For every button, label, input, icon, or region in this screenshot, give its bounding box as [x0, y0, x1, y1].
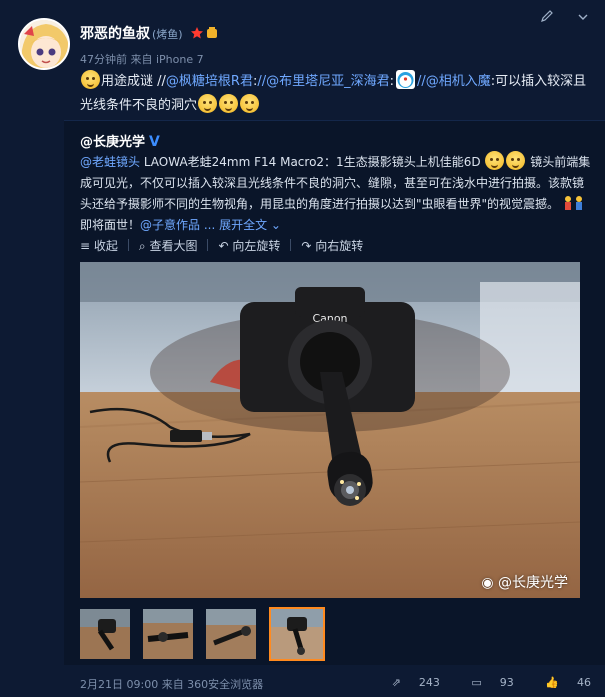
figure-emoji-icon: [563, 195, 589, 211]
watermark-text: @长庚光学: [498, 575, 568, 591]
main-photo[interactable]: Canon ◉ @长庚光学: [80, 262, 580, 598]
like-button[interactable]: 👍 46: [531, 676, 591, 689]
thumbnail-strip: [80, 607, 333, 661]
emoji-icon: [485, 151, 505, 170]
repost-author[interactable]: @长庚光学: [80, 135, 145, 150]
post-text-part: :: [389, 74, 394, 89]
rotate-right-label: 向右旋转: [315, 239, 364, 253]
thumbnail[interactable]: [206, 609, 257, 659]
rotate-left-button[interactable]: ↶ 向左旋转: [218, 237, 280, 254]
doraemon-emoji-icon: [396, 70, 415, 89]
photo-watermark: ◉ @长庚光学: [481, 572, 568, 592]
user-remark: (烤鱼): [152, 28, 183, 41]
repost-author-row: @长庚光学 V: [80, 131, 160, 150]
like-count: 46: [577, 676, 591, 689]
thumbnail[interactable]: [143, 609, 194, 659]
user-name[interactable]: 邪恶的鱼叔: [80, 26, 150, 42]
collapse-icon: ≡: [80, 239, 94, 253]
expand-link[interactable]: ... 展开全文 ⌄: [200, 218, 281, 232]
repost-icon: ⇗: [391, 676, 401, 689]
post-text: 用途成谜 //@枫糖培根R君://@布里塔尼亚_深海君://@相机入魔:可以插入…: [80, 70, 590, 118]
repost-text-part: LAOWA老蛙24mm F14 Macro2：1生态摄影镜头上机佳能6D: [140, 155, 481, 169]
emoji-icon: [240, 94, 260, 113]
verified-icon: V: [149, 134, 160, 150]
mention-link[interactable]: @老蛙镜头: [80, 155, 140, 169]
rotate-left-icon: ↶: [218, 239, 233, 253]
user-name-row: 邪恶的鱼叔 (烤鱼): [80, 23, 219, 44]
thumbnail[interactable]: [80, 609, 130, 659]
image-actions: ≡ 收起 ⌕ 查看大图 ↶ 向左旋转 ↷ 向右旋转: [80, 237, 373, 254]
star-badge-icon[interactable]: [191, 26, 219, 40]
repost-text-part: 即将面世！: [80, 218, 141, 232]
view-large-label: 查看大图: [149, 239, 198, 253]
rotate-left-label: 向左旋转: [232, 239, 281, 253]
post-stats: ⇗ 243 ▭ 93 👍 46: [364, 676, 591, 689]
emoji-icon: [81, 70, 100, 89]
mention-link[interactable]: @枫糖培根R君: [166, 74, 253, 89]
rotate-right-button[interactable]: ↷ 向右旋转: [301, 237, 363, 254]
mention-link[interactable]: //@布里塔尼亚_深海君: [257, 74, 389, 89]
comment-icon: ▭: [471, 676, 482, 689]
repost-text: @老蛙镜头 LAOWA老蛙24mm F14 Macro2：1生态摄影镜头上机佳能…: [80, 151, 592, 236]
emoji-icon: [198, 94, 218, 113]
collapse-button[interactable]: ≡ 收起: [80, 237, 118, 254]
divider: [127, 239, 129, 251]
post-meta: 47分钟前 来自 iPhone 7: [80, 53, 204, 66]
weibo-card: 邪恶的鱼叔 (烤鱼) 47分钟前 来自 iPhone 7 用途成谜 //@枫糖培根…: [0, 0, 605, 697]
comment-count: 93: [499, 676, 514, 689]
mention-link[interactable]: //@相机入魔: [417, 74, 491, 89]
repost-panel: @长庚光学 V @老蛙镜头 LAOWA老蛙24mm F14 Macro2：1生态摄…: [64, 120, 605, 665]
view-large-button[interactable]: ⌕ 查看大图: [139, 237, 198, 254]
thumbs-up-icon: 👍: [545, 676, 559, 689]
avatar[interactable]: [18, 18, 70, 70]
post-footer-time: 2月21日 09:00 来自 360安全浏览器: [80, 678, 264, 691]
divider: [207, 239, 209, 251]
rotate-right-icon: ↷: [301, 239, 316, 253]
mention-link[interactable]: @子意作品: [140, 218, 200, 232]
emoji-icon: [506, 151, 526, 170]
camera-photo: Canon: [80, 262, 580, 598]
collapse-label: 收起: [93, 239, 118, 253]
comment-button[interactable]: ▭ 93: [457, 676, 513, 689]
user-badges: [191, 26, 219, 44]
repost-count: 243: [418, 676, 440, 689]
top-icons: [522, 8, 589, 27]
chevron-down-icon[interactable]: [577, 8, 589, 27]
emoji-icon: [219, 94, 239, 113]
edit-icon[interactable]: [540, 8, 554, 27]
repost-button[interactable]: ⇗ 243: [378, 676, 440, 689]
post-text-part: 用途成谜 //: [101, 74, 166, 89]
search-icon: ⌕: [138, 239, 150, 253]
weibo-logo-icon: ◉: [481, 575, 498, 591]
divider: [290, 239, 292, 251]
thumbnail-selected[interactable]: [269, 607, 326, 661]
